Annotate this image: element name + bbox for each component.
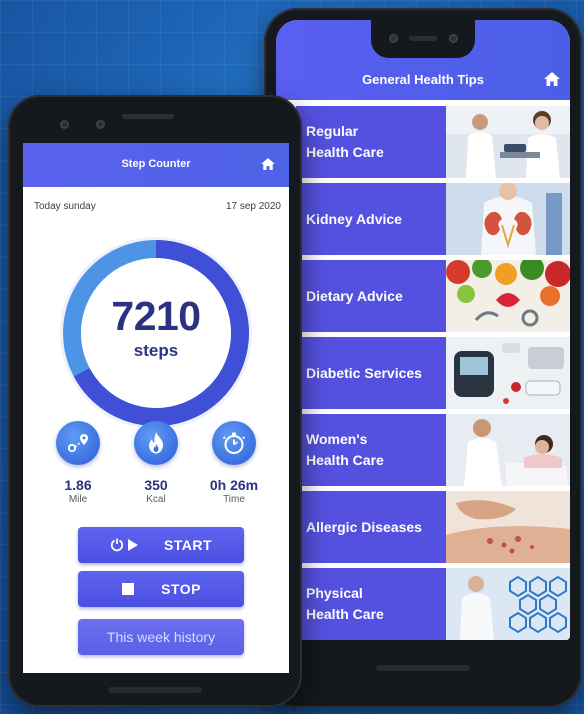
tip-row-dietary-advice[interactable]: Dietary Advice — [296, 260, 570, 332]
map-route-icon — [56, 421, 100, 465]
step-counter-screen: Step Counter Today sunday 17 sep 2020 72… — [23, 143, 289, 673]
page-title: General Health Tips — [362, 72, 484, 87]
tip-row-regular-health-care[interactable]: Regular Health Care — [296, 106, 570, 178]
tip-row-allergic-diseases[interactable]: Allergic Diseases — [296, 491, 570, 563]
time-unit: Time — [223, 494, 245, 505]
health-tips-phone: General Health Tips Regular Health Care — [264, 8, 582, 708]
tip-label: Kidney Advice — [296, 183, 446, 255]
calories-unit: Kcal — [146, 494, 166, 505]
skin-allergy-photo — [446, 491, 570, 563]
tip-label: Allergic Diseases — [296, 491, 446, 563]
distance-stat: 1.86 Mile — [38, 421, 118, 505]
tips-list: Regular Health Care Kidney Advice Dietar… — [296, 106, 570, 640]
day-label: Today sunday — [34, 201, 96, 212]
power-play-icon — [110, 538, 140, 552]
start-label: START — [163, 537, 213, 553]
vegetables-photo — [446, 260, 570, 332]
phone-chin — [264, 640, 582, 708]
steps-unit: steps — [133, 341, 179, 360]
tip-label: Women's Health Care — [296, 414, 446, 486]
stop-label: STOP — [161, 581, 201, 597]
stop-square-icon — [121, 582, 135, 596]
phone-top-bezel — [8, 95, 302, 143]
tip-label: Dietary Advice — [296, 260, 446, 332]
phone-notch — [371, 20, 475, 58]
stopwatch-icon — [212, 421, 256, 465]
tip-row-physical-health-care[interactable]: Physical Health Care — [296, 568, 570, 640]
week-history-button[interactable]: This week history — [78, 619, 244, 655]
page-title: Step Counter — [121, 158, 191, 170]
tip-label: Diabetic Services — [296, 337, 446, 409]
doctor-patient-photo — [446, 106, 570, 178]
health-tips-screen: General Health Tips Regular Health Care — [276, 20, 570, 640]
flame-icon — [134, 421, 178, 465]
steps-progress-ring: 7210 steps — [58, 235, 254, 431]
phone-chin — [108, 687, 202, 693]
calories-value: 350 — [144, 477, 168, 493]
distance-unit: Mile — [68, 494, 88, 505]
week-history-label: This week history — [106, 629, 216, 645]
step-counter-phone: Step Counter Today sunday 17 sep 2020 72… — [8, 95, 302, 707]
tip-row-kidney-advice[interactable]: Kidney Advice — [296, 183, 570, 255]
home-icon[interactable] — [261, 158, 275, 170]
stop-button[interactable]: STOP — [78, 571, 244, 607]
medical-icons-photo — [446, 568, 570, 640]
calories-stat: 350 Kcal — [116, 421, 196, 505]
distance-value: 1.86 — [64, 477, 92, 493]
tip-label: Regular Health Care — [296, 106, 446, 178]
women-doctor-photo — [446, 414, 570, 486]
step-counter-header: Step Counter — [23, 143, 289, 187]
start-button[interactable]: START — [78, 527, 244, 563]
tip-row-diabetic-services[interactable]: Diabetic Services — [296, 337, 570, 409]
time-value: 0h 26m — [209, 477, 259, 493]
home-icon[interactable] — [544, 72, 560, 86]
tip-label: Physical Health Care — [296, 568, 446, 640]
steps-count: 7210 — [111, 293, 201, 339]
glucose-meter-photo — [446, 337, 570, 409]
date-label: 17 sep 2020 — [225, 201, 281, 212]
tip-row-womens-health-care[interactable]: Women's Health Care — [296, 414, 570, 486]
time-stat: 0h 26m Time — [194, 421, 274, 505]
kidney-photo — [446, 183, 570, 255]
